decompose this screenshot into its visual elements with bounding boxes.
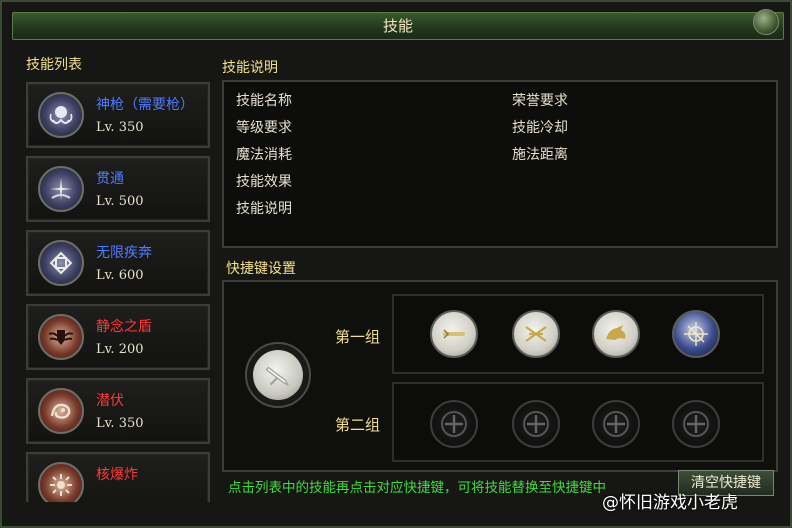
skill-name: 神枪（需要枪） (96, 97, 194, 113)
hotkey-slot[interactable] (512, 400, 560, 448)
hotkey-title: 快捷键设置 (226, 261, 296, 277)
skill-name: 贯通 (96, 171, 124, 187)
group1-row (392, 294, 764, 374)
hotkey-slot[interactable] (592, 400, 640, 448)
skill-level: Lv. 600 (96, 268, 144, 283)
skill-item[interactable]: 潜伏 Lv. 350 (26, 378, 210, 444)
field-description: 技能说明 (236, 201, 292, 217)
hotkey-hint-text: 点击列表中的技能再点击对应快捷键，可将技能替换至快捷键中 (228, 480, 606, 496)
sword-icon (253, 350, 303, 400)
skill-level: Lv. 500 (96, 194, 144, 209)
skill-list: 神枪（需要枪） Lv. 350 贯通 Lv. 500 无限疾奔 Lv. 600 … (26, 76, 212, 502)
beast-crest-icon (38, 388, 84, 434)
plus-icon (523, 411, 549, 437)
skill-level: Lv. 350 (96, 416, 144, 431)
hotkey-slot[interactable] (512, 310, 560, 358)
field-cooldown: 技能冷却 (512, 120, 568, 136)
hotkey-slot[interactable] (430, 400, 478, 448)
skill-item[interactable]: 核爆炸 (26, 452, 210, 502)
skill-desc-title: 技能说明 (222, 60, 278, 76)
group1-label: 第一组 (335, 328, 381, 346)
close-orb-icon[interactable] (753, 9, 779, 35)
skill-name: 潜伏 (96, 393, 124, 409)
skill-item[interactable]: 贯通 Lv. 500 (26, 156, 210, 222)
field-effect: 技能效果 (236, 174, 292, 190)
skill-item[interactable]: 静念之盾 Lv. 200 (26, 304, 210, 370)
field-level-req: 等级要求 (236, 120, 292, 136)
skill-level: Lv. 350 (96, 120, 144, 135)
hotkey-slot[interactable] (672, 400, 720, 448)
hotkey-slot[interactable] (592, 310, 640, 358)
skill-list-title: 技能列表 (26, 57, 82, 73)
skill-item[interactable]: 神枪（需要枪） Lv. 350 (26, 82, 210, 148)
field-mana-cost: 魔法消耗 (236, 147, 292, 163)
hotkey-slot[interactable] (430, 310, 478, 358)
plus-icon (603, 411, 629, 437)
group2-row (392, 382, 764, 462)
skill-name: 核爆炸 (96, 467, 138, 483)
wolf-head-icon (606, 325, 626, 340)
field-skill-name: 技能名称 (236, 93, 292, 109)
watermark-text: @怀旧游戏小老虎 (602, 493, 738, 513)
plus-icon (683, 411, 709, 437)
window-title: 技能 (382, 17, 413, 35)
skill-window: 技能 技能列表 技能说明 快捷键设置 神枪（需要枪） Lv. 350 贯通 Lv… (0, 0, 792, 528)
skill-name: 静念之盾 (96, 319, 152, 335)
wand-icon (443, 329, 465, 339)
hotkey-slot[interactable] (672, 310, 720, 358)
skill-name: 无限疾奔 (96, 245, 152, 261)
tentacle-emblem-icon (38, 92, 84, 138)
group2-label: 第二组 (335, 416, 381, 434)
crossed-blades-icon (525, 326, 547, 342)
skill-item[interactable]: 无限疾奔 Lv. 600 (26, 230, 210, 296)
title-bar[interactable]: 技能 (12, 9, 784, 40)
field-honor-req: 荣誉要求 (512, 93, 568, 109)
selected-skill-slot[interactable] (245, 342, 311, 408)
winged-shield-icon (38, 314, 84, 360)
explosion-icon (38, 462, 84, 502)
pierce-burst-icon (38, 166, 84, 212)
field-cast-range: 施法距离 (512, 147, 568, 163)
sun-compass-icon (684, 322, 708, 346)
skill-level: Lv. 200 (96, 342, 144, 357)
plus-icon (441, 411, 467, 437)
skill-description-panel: 技能名称 等级要求 魔法消耗 技能效果 技能说明 荣誉要求 技能冷却 施法距离 (222, 80, 778, 248)
knot-pattern-icon (38, 240, 84, 286)
